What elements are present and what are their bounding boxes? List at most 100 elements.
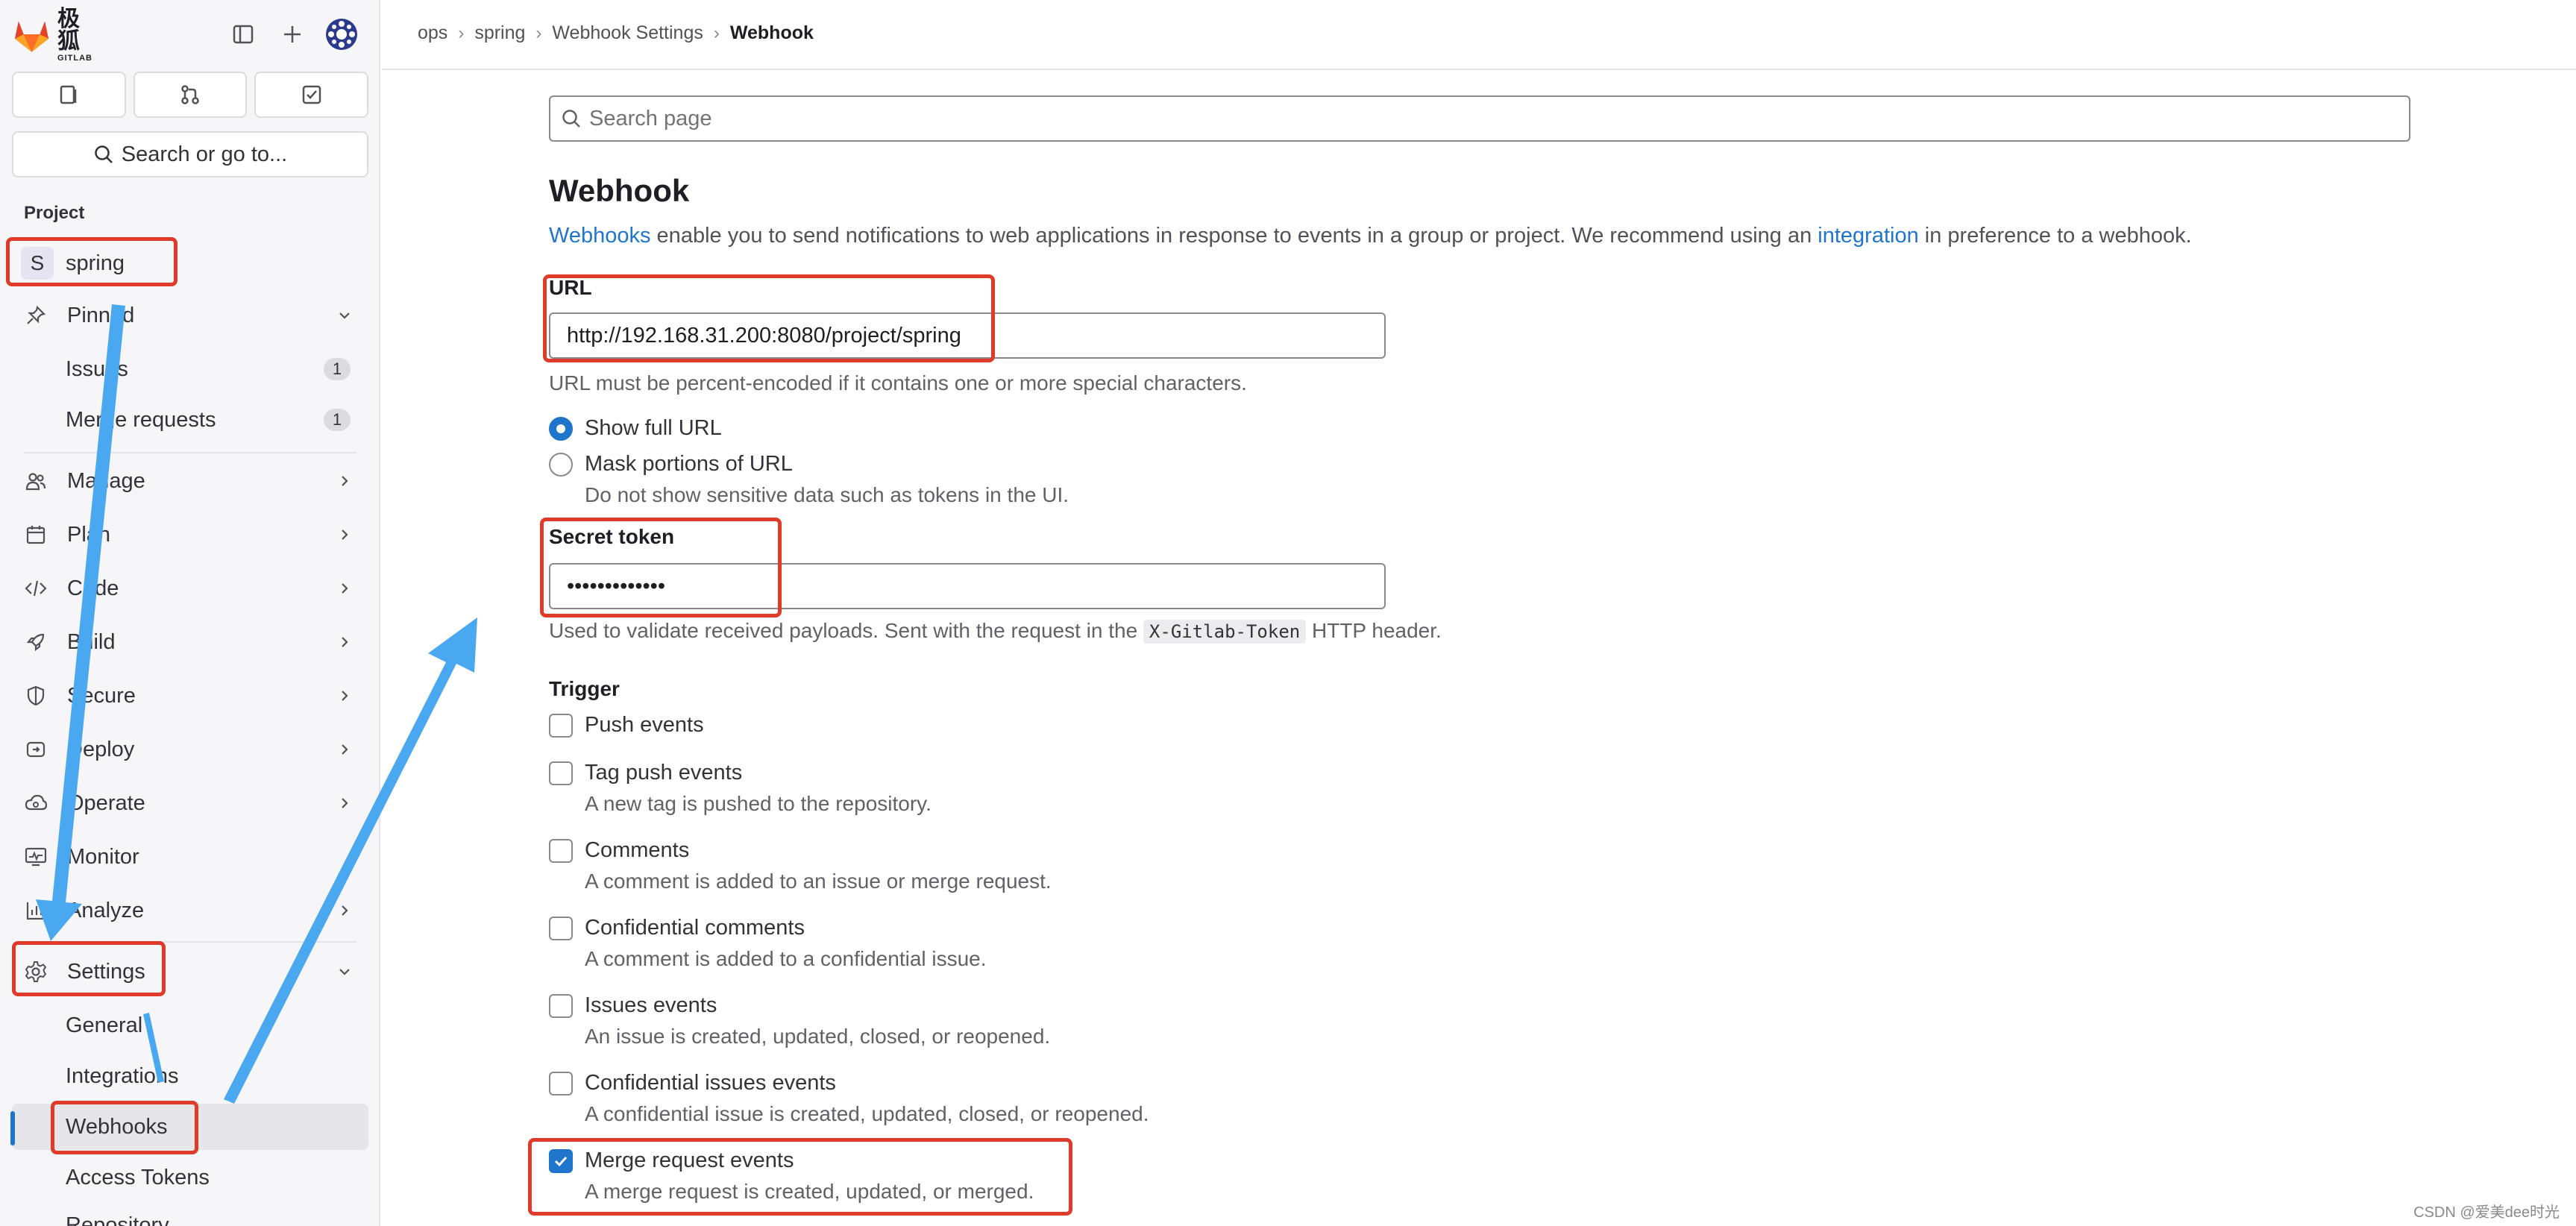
intro-text-2: in preference to a webhook. [1918, 224, 2192, 248]
header-name-code: X-Gitlab-Token [1143, 620, 1307, 644]
push-events-checkbox[interactable]: Push events [549, 713, 704, 738]
count-badge: 1 [324, 358, 351, 380]
plus-icon[interactable] [276, 18, 309, 51]
chevron-down-icon [334, 961, 355, 982]
url-field[interactable]: http://192.168.31.200:8080/project/sprin… [549, 312, 1386, 359]
issues-icon [60, 85, 77, 104]
url-value: http://192.168.31.200:8080/project/sprin… [567, 323, 961, 348]
sidebar-item-label: Webhooks [66, 1114, 168, 1139]
sidebar-item-label: Monitor [67, 844, 139, 869]
checkbox-checked[interactable] [549, 1148, 573, 1173]
webhooks-docs-link[interactable]: Webhooks [549, 224, 651, 248]
breadcrumb-current[interactable]: Webhook [730, 22, 814, 44]
comments-checkbox[interactable]: Comments [549, 838, 689, 863]
project-link-spring[interactable]: S spring [12, 240, 368, 286]
todo-icon [302, 85, 321, 104]
pin-icon [22, 302, 49, 329]
sidebar-item-plan[interactable]: Plan [12, 512, 368, 558]
intro-text-1: enable you to send notifications to web … [650, 224, 1818, 248]
sidebar-item-merge-requests[interactable]: Merge requests 1 [12, 397, 368, 443]
event-label: Confidential issues events [585, 1071, 836, 1095]
brand-sub: GITLAB [57, 53, 92, 63]
event-desc: A comment is added to an issue or merge … [585, 870, 1052, 893]
section-label-project: Project [24, 203, 85, 223]
shortcut-buttons [12, 72, 369, 118]
todo-list-button[interactable] [254, 72, 369, 118]
checkbox[interactable] [549, 1071, 573, 1095]
breadcrumb-item[interactable]: spring [474, 22, 525, 44]
chart-icon [22, 897, 49, 924]
checkbox[interactable] [549, 993, 573, 1018]
sidebar-item-label: Secure [67, 683, 136, 708]
sidebar-item-deploy[interactable]: Deploy [12, 726, 368, 773]
mask-url-option[interactable]: Mask portions of URL [549, 452, 793, 477]
intro-text: Webhooks enable you to send notification… [549, 224, 2192, 248]
checkbox[interactable] [549, 916, 573, 940]
code-icon [22, 575, 49, 602]
issues-events-checkbox[interactable]: Issues events [549, 993, 717, 1018]
search-page-input[interactable]: Search page [549, 95, 2410, 142]
sidebar-item-label: Repository [66, 1213, 169, 1226]
sidebar-item-manage[interactable]: Manage [12, 458, 368, 504]
project-avatar: S [21, 247, 54, 280]
sidebar: 极狐 GITLAB Search or go to... Project S s… [0, 0, 380, 1226]
search-or-go-label: Search or go to... [121, 142, 288, 166]
sidebar-item-label: Merge requests [66, 407, 216, 432]
mask-url-desc: Do not show sensitive data such as token… [585, 483, 1069, 506]
secret-help-1: Used to validate received payloads. Sent… [549, 619, 1143, 642]
brand-name: 极狐 [57, 6, 81, 54]
sidebar-item-build[interactable]: Build [12, 619, 368, 665]
checkbox[interactable] [549, 761, 573, 785]
breadcrumb-item[interactable]: Webhook Settings [552, 22, 703, 44]
user-avatar[interactable] [325, 18, 358, 51]
sidebar-item-settings[interactable]: Settings [12, 949, 368, 995]
radio-unselected[interactable] [549, 452, 573, 477]
sidebar-item-label: General [66, 1013, 143, 1037]
sidebar-item-code[interactable]: Code [12, 565, 368, 612]
sidebar-item-analyze[interactable]: Analyze [12, 887, 368, 934]
chevron-right-icon [334, 685, 355, 706]
search-or-go-button[interactable]: Search or go to... [12, 131, 368, 177]
checkbox[interactable] [549, 713, 573, 738]
page-title: Webhook [549, 173, 690, 208]
check-icon [554, 1156, 568, 1166]
integration-link[interactable]: integration [1818, 224, 1918, 248]
sidebar-item-pinned[interactable]: Pinned [12, 292, 368, 339]
radio-selected[interactable] [549, 416, 573, 441]
sidebar-item-operate[interactable]: Operate [12, 780, 368, 826]
sidebar-item-integrations[interactable]: Integrations [12, 1053, 368, 1099]
sidebar-top: 极狐 GITLAB [0, 0, 380, 70]
checkbox[interactable] [549, 838, 573, 863]
breadcrumb-item[interactable]: ops [418, 22, 447, 44]
sidebar-item-access-tokens[interactable]: Access Tokens [12, 1154, 368, 1201]
sidebar-item-issues[interactable]: Issues 1 [12, 346, 368, 392]
breadcrumb: ops › spring › Webhook Settings › Webhoo… [418, 22, 814, 44]
show-full-url-option[interactable]: Show full URL [549, 416, 722, 441]
sidebar-item-label: Deploy [67, 737, 135, 761]
toggle-sidebar-icon[interactable] [227, 18, 260, 51]
secret-token-value: ••••••••••••• [567, 573, 665, 598]
sidebar-item-monitor[interactable]: Monitor [12, 834, 368, 880]
tag-push-events-checkbox[interactable]: Tag push events [549, 761, 742, 785]
event-desc: A comment is added to a confidential iss… [585, 947, 987, 970]
sidebar-item-webhooks[interactable]: Webhooks [12, 1104, 368, 1150]
secret-token-field[interactable]: ••••••••••••• [549, 563, 1386, 609]
confidential-comments-checkbox[interactable]: Confidential comments [549, 916, 805, 940]
merge-request-events-checkbox[interactable]: Merge request events [549, 1148, 794, 1173]
merge-request-icon [181, 85, 199, 104]
sidebar-item-general[interactable]: General [12, 1002, 368, 1049]
url-label: URL [549, 276, 592, 299]
rocket-icon [22, 629, 49, 656]
gitlab-logo[interactable]: 极狐 GITLAB [12, 7, 101, 62]
assigned-issues-button[interactable] [12, 72, 126, 118]
sidebar-item-repository[interactable]: Repository [12, 1202, 368, 1226]
confidential-issues-events-checkbox[interactable]: Confidential issues events [549, 1071, 836, 1095]
option-label: Show full URL [585, 416, 722, 440]
event-label: Comments [585, 838, 690, 862]
merge-requests-button[interactable] [133, 72, 248, 118]
sidebar-item-secure[interactable]: Secure [12, 673, 368, 719]
sidebar-item-label: Settings [67, 959, 145, 984]
sidebar-item-label: Access Tokens [66, 1165, 210, 1189]
active-indicator [10, 1111, 15, 1145]
secret-token-label: Secret token [549, 525, 675, 548]
